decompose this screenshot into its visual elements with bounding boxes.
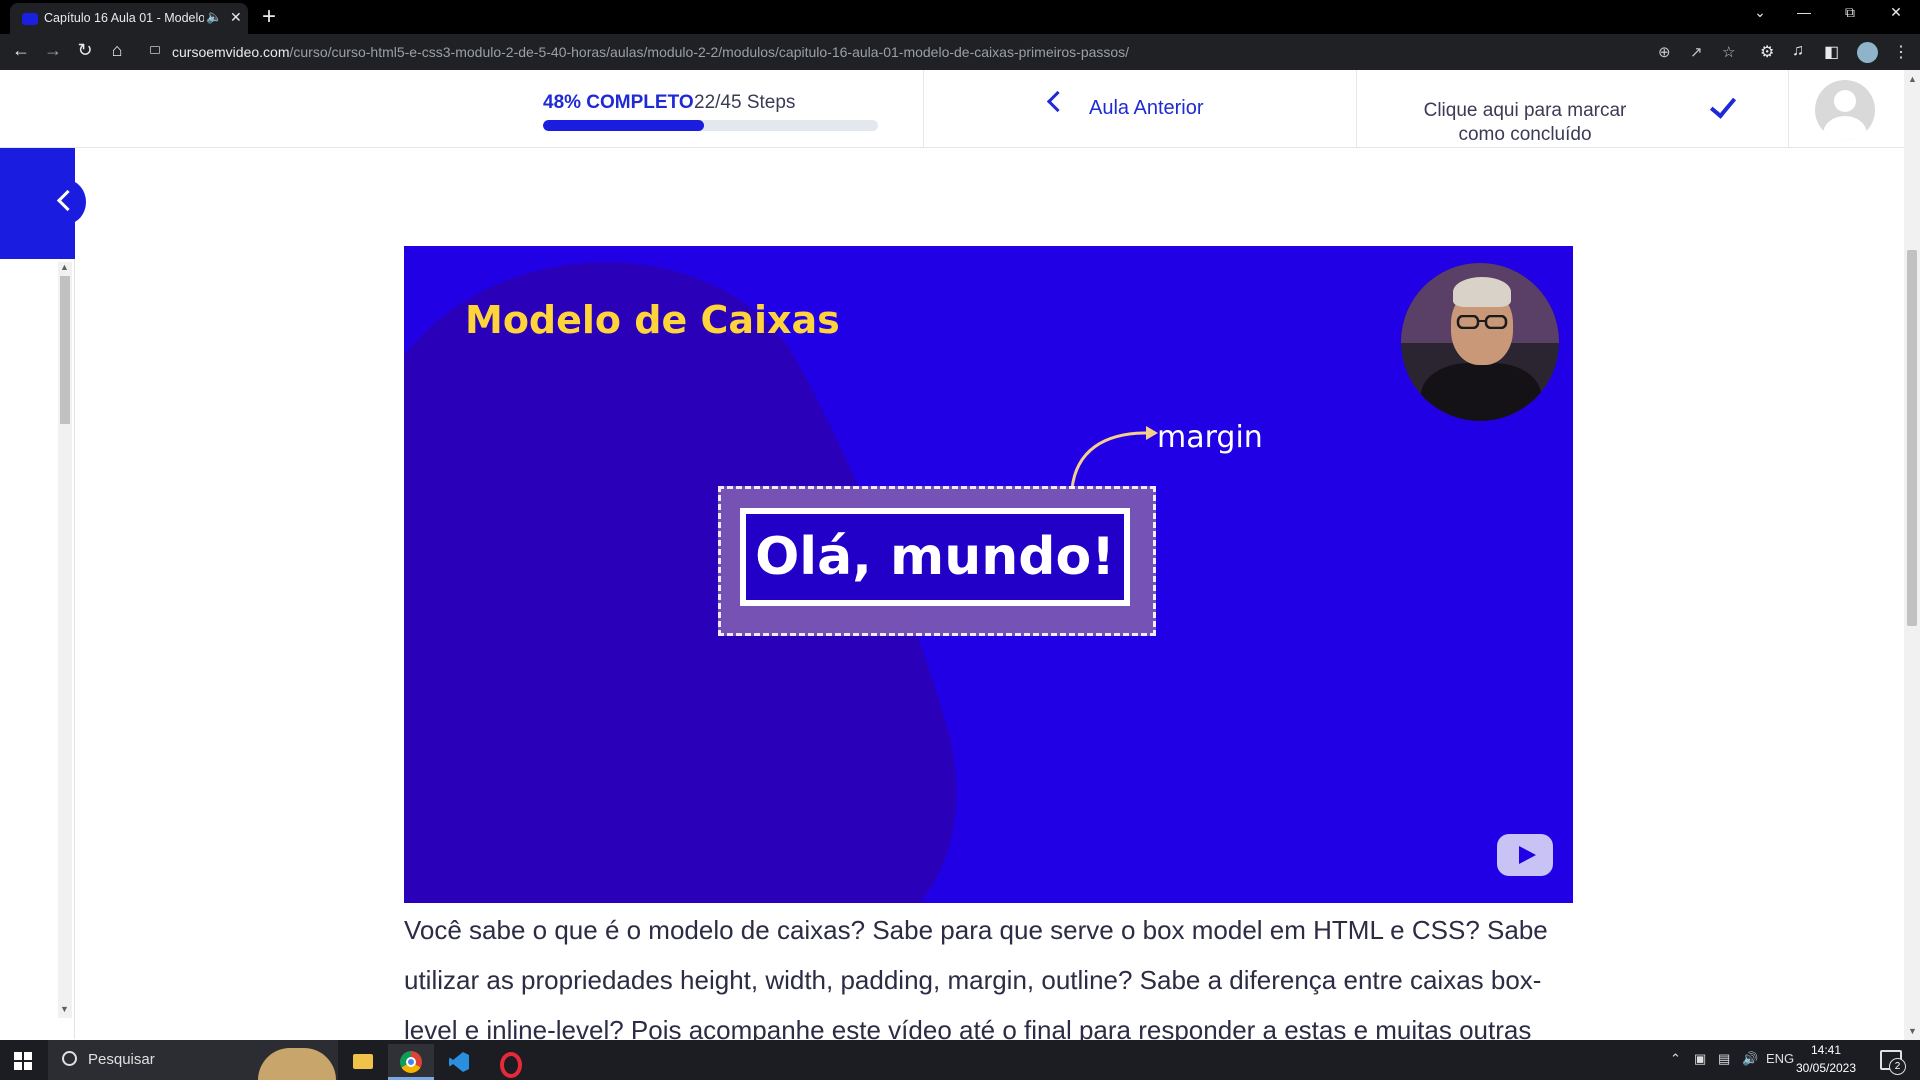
- restore-button[interactable]: ⧉: [1830, 4, 1870, 21]
- chevron-left-icon: [1046, 90, 1069, 113]
- back-icon[interactable]: ←: [9, 40, 33, 61]
- browser-tab[interactable]: Capítulo 16 Aula 01 - Modelo de Caixas 🔈…: [10, 3, 248, 34]
- sidebar-scrollbar-thumb[interactable]: [60, 276, 70, 424]
- tray-expand-icon[interactable]: ⌃: [1670, 1051, 1681, 1067]
- network-icon[interactable]: ▤: [1718, 1051, 1730, 1067]
- minimize-button[interactable]: —: [1784, 4, 1824, 20]
- mark-complete-label: Clique aqui para marcar como concluído: [1423, 100, 1627, 143]
- lesson-description: Você sabe o que é o modelo de caixas? Sa…: [404, 915, 1548, 1045]
- sidepanel-icon[interactable]: ◧: [1824, 42, 1839, 62]
- presenter-shirt: [1421, 363, 1541, 421]
- opera-icon[interactable]: [486, 1044, 532, 1080]
- browser-toolbar: ← → ↻ ⌂ cursoemvideo.com/curso/curso-htm…: [0, 34, 1920, 70]
- notification-count: 2: [1889, 1058, 1906, 1075]
- video-player[interactable]: Modelo de Caixas margin Olá, mundo!: [404, 246, 1573, 903]
- sidebar-border: [74, 259, 75, 1039]
- avatar-body: [1823, 116, 1867, 140]
- device-icon[interactable]: ▣: [1694, 1051, 1706, 1067]
- address-bar[interactable]: cursoemvideo.com/curso/curso-html5-e-css…: [138, 39, 1735, 66]
- volume-icon[interactable]: 🔊: [1742, 1051, 1758, 1067]
- progress-bar-fill: [543, 120, 704, 131]
- margin-label: margin: [1157, 420, 1263, 455]
- youtube-logo-icon[interactable]: [1497, 834, 1553, 876]
- scroll-up-icon[interactable]: ▲: [1908, 74, 1917, 84]
- tab-search-icon[interactable]: ⌄: [1740, 4, 1780, 21]
- tab-title: Capítulo 16 Aula 01 - Modelo de Caixas: [44, 11, 204, 25]
- scroll-down-icon[interactable]: ▼: [60, 1004, 69, 1014]
- header-divider: [1356, 70, 1357, 147]
- avatar[interactable]: [1815, 80, 1875, 140]
- avatar-head: [1834, 90, 1856, 112]
- share-icon[interactable]: ↗: [1690, 43, 1703, 61]
- content-box: Olá, mundo!: [740, 508, 1130, 606]
- windows-start-icon[interactable]: [14, 1052, 32, 1070]
- header-divider: [923, 70, 924, 147]
- presenter-glasses: [1456, 315, 1508, 329]
- presenter-hair: [1453, 277, 1511, 307]
- browser-tabbar: Capítulo 16 Aula 01 - Modelo de Caixas 🔈…: [0, 0, 1920, 34]
- clock-date[interactable]: 30/05/2023: [1786, 1061, 1866, 1075]
- search-placeholder: Pesquisar: [88, 1051, 155, 1068]
- scroll-up-icon[interactable]: ▲: [60, 262, 69, 272]
- header-divider: [1788, 70, 1789, 147]
- search-highlight-image: [258, 1048, 336, 1080]
- tab-close-icon[interactable]: ✕: [230, 9, 242, 26]
- star-icon[interactable]: ☆: [1722, 43, 1735, 61]
- video-title: Modelo de Caixas: [465, 298, 840, 342]
- scroll-down-icon[interactable]: ▼: [1908, 1026, 1917, 1036]
- progress-label: 48% COMPLETO: [543, 92, 694, 113]
- url-text[interactable]: cursoemvideo.com/curso/curso-html5-e-css…: [172, 44, 1129, 60]
- extensions-icon[interactable]: ⚙: [1760, 42, 1774, 62]
- new-tab-button[interactable]: +: [262, 3, 276, 31]
- zoom-icon[interactable]: ⊕: [1658, 43, 1671, 61]
- progress-steps: 22/45 Steps: [694, 92, 796, 113]
- play-icon: [1519, 846, 1536, 864]
- taskbar-search[interactable]: Pesquisar: [48, 1040, 338, 1080]
- windows-taskbar: Pesquisar ⌃ ▣ ▤ 🔊 ENG 14:41 30/05/2023 2: [0, 1040, 1920, 1080]
- search-icon: [62, 1051, 77, 1066]
- profile-icon[interactable]: [1857, 42, 1878, 63]
- chrome-icon[interactable]: [388, 1044, 434, 1080]
- site-favicon-icon: [22, 13, 38, 25]
- lesson-header: 48% COMPLETO 22/45 Steps Aula Anterior C…: [0, 70, 1904, 148]
- lock-icon[interactable]: [150, 46, 160, 54]
- file-explorer-icon[interactable]: [340, 1044, 386, 1080]
- close-window-button[interactable]: ✕: [1876, 4, 1916, 21]
- margin-arrow-icon: [1070, 426, 1158, 490]
- home-icon[interactable]: ⌂: [105, 40, 129, 61]
- hello-text: Olá, mundo!: [755, 527, 1115, 587]
- page-scrollbar-thumb[interactable]: [1907, 250, 1917, 626]
- tab-audio-icon[interactable]: 🔈: [206, 9, 222, 25]
- media-icon[interactable]: ♫: [1792, 42, 1804, 60]
- prev-lesson-label: Aula Anterior: [1089, 97, 1204, 119]
- reload-icon[interactable]: ↻: [73, 40, 97, 61]
- progress-bar: [543, 120, 878, 131]
- forward-icon[interactable]: →: [41, 40, 65, 61]
- clock-time[interactable]: 14:41: [1786, 1043, 1866, 1057]
- presenter-webcam: [1401, 263, 1559, 421]
- check-icon: [1709, 91, 1737, 119]
- menu-icon[interactable]: ⋮: [1893, 42, 1909, 62]
- vscode-icon[interactable]: [436, 1044, 482, 1080]
